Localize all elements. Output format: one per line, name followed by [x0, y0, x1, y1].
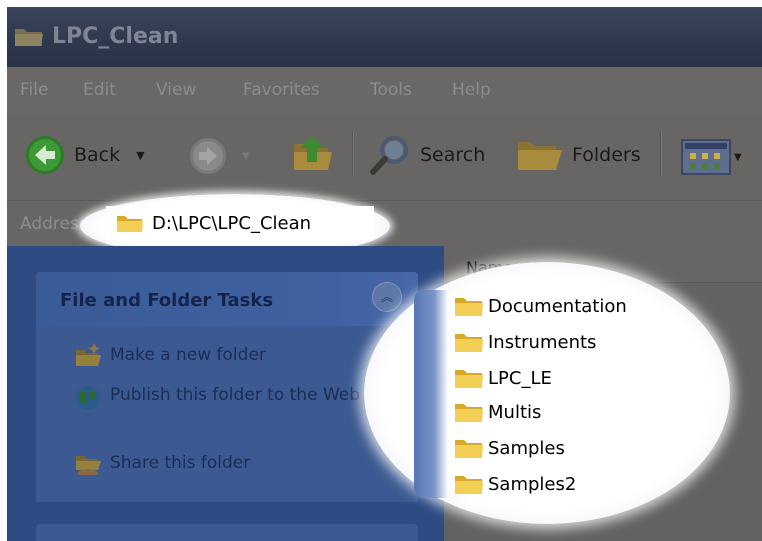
- file-item-samples2[interactable]: Samples2: [454, 470, 576, 498]
- forward-button[interactable]: ▼: [188, 136, 250, 176]
- toolbar-separator: [352, 132, 353, 176]
- toolbar-separator-2: [660, 132, 661, 176]
- chevron-up-icon: ︽: [380, 290, 393, 304]
- task-publish[interactable]: Publish this folder to the Web: [74, 384, 360, 412]
- search-icon: [370, 136, 408, 175]
- folder-icon: [455, 440, 483, 458]
- selection-edge: [414, 290, 448, 498]
- address-path: D:\LPC\LPC_Clean: [152, 212, 312, 234]
- file-name: Multis: [488, 401, 542, 423]
- folder-icon: [455, 334, 483, 352]
- back-button[interactable]: Back ▼: [24, 134, 145, 176]
- task-box-2: [36, 524, 418, 541]
- title-folder-icon: [14, 24, 44, 52]
- task-share-label: Share this folder: [110, 453, 251, 473]
- window-title: LPC_Clean: [52, 24, 179, 49]
- new-folder-icon: [76, 343, 101, 366]
- file-name: Documentation: [488, 295, 627, 317]
- task-share[interactable]: Share this folder: [74, 450, 250, 476]
- file-item-samples[interactable]: Samples: [454, 434, 565, 462]
- menu-file[interactable]: File: [20, 80, 48, 100]
- file-name: LPC_LE: [488, 367, 552, 389]
- file-name: Samples2: [488, 473, 577, 495]
- task-box-title: File and Folder Tasks: [60, 290, 274, 311]
- views-button[interactable]: ▼: [680, 138, 742, 176]
- menu-edit[interactable]: Edit: [83, 80, 116, 100]
- back-dropdown-icon[interactable]: ▼: [136, 149, 144, 162]
- share-folder-icon: [76, 456, 101, 475]
- forward-dropdown-icon[interactable]: ▼: [242, 151, 250, 162]
- menu-favorites[interactable]: Favorites: [243, 80, 320, 100]
- folder-icon: [117, 216, 143, 232]
- file-item-documentation[interactable]: Documentation: [454, 292, 627, 320]
- task-publish-label: Publish this folder to the Web: [110, 385, 361, 405]
- menu-view[interactable]: View: [156, 80, 196, 100]
- folders-icon: [518, 142, 562, 170]
- folders-button[interactable]: Folders: [516, 134, 641, 176]
- globe-icon: [76, 386, 100, 410]
- menu-tools[interactable]: Tools: [370, 80, 412, 100]
- back-arrow-icon: [26, 136, 64, 174]
- views-icon: [681, 139, 731, 175]
- address-label: Address: [20, 214, 88, 234]
- folder-icon: [455, 298, 483, 316]
- up-folder-icon: [294, 136, 332, 170]
- file-name: Instruments: [488, 331, 597, 353]
- search-label: Search: [420, 144, 486, 166]
- collapse-button[interactable]: ︽: [372, 282, 402, 312]
- folder-icon: [455, 370, 483, 388]
- folders-label: Folders: [572, 144, 641, 166]
- up-folder-button[interactable]: [290, 130, 336, 180]
- folder-icon: [455, 476, 483, 494]
- back-label: Back: [74, 144, 121, 166]
- search-button[interactable]: Search: [368, 134, 485, 176]
- views-dropdown-icon[interactable]: ▼: [734, 152, 742, 163]
- task-make-folder[interactable]: Make a new folder: [74, 342, 266, 368]
- file-item-lpc-le[interactable]: LPC_LE: [454, 364, 552, 392]
- forward-arrow-icon: [190, 138, 226, 174]
- file-item-multis[interactable]: Multis: [454, 398, 541, 426]
- menu-help[interactable]: Help: [452, 80, 491, 100]
- folder-icon: [455, 404, 483, 422]
- address-field[interactable]: D:\LPC\LPC_Clean: [106, 206, 374, 240]
- file-name: Samples: [488, 437, 565, 459]
- task-make-folder-label: Make a new folder: [110, 345, 266, 365]
- file-item-instruments[interactable]: Instruments: [454, 328, 596, 356]
